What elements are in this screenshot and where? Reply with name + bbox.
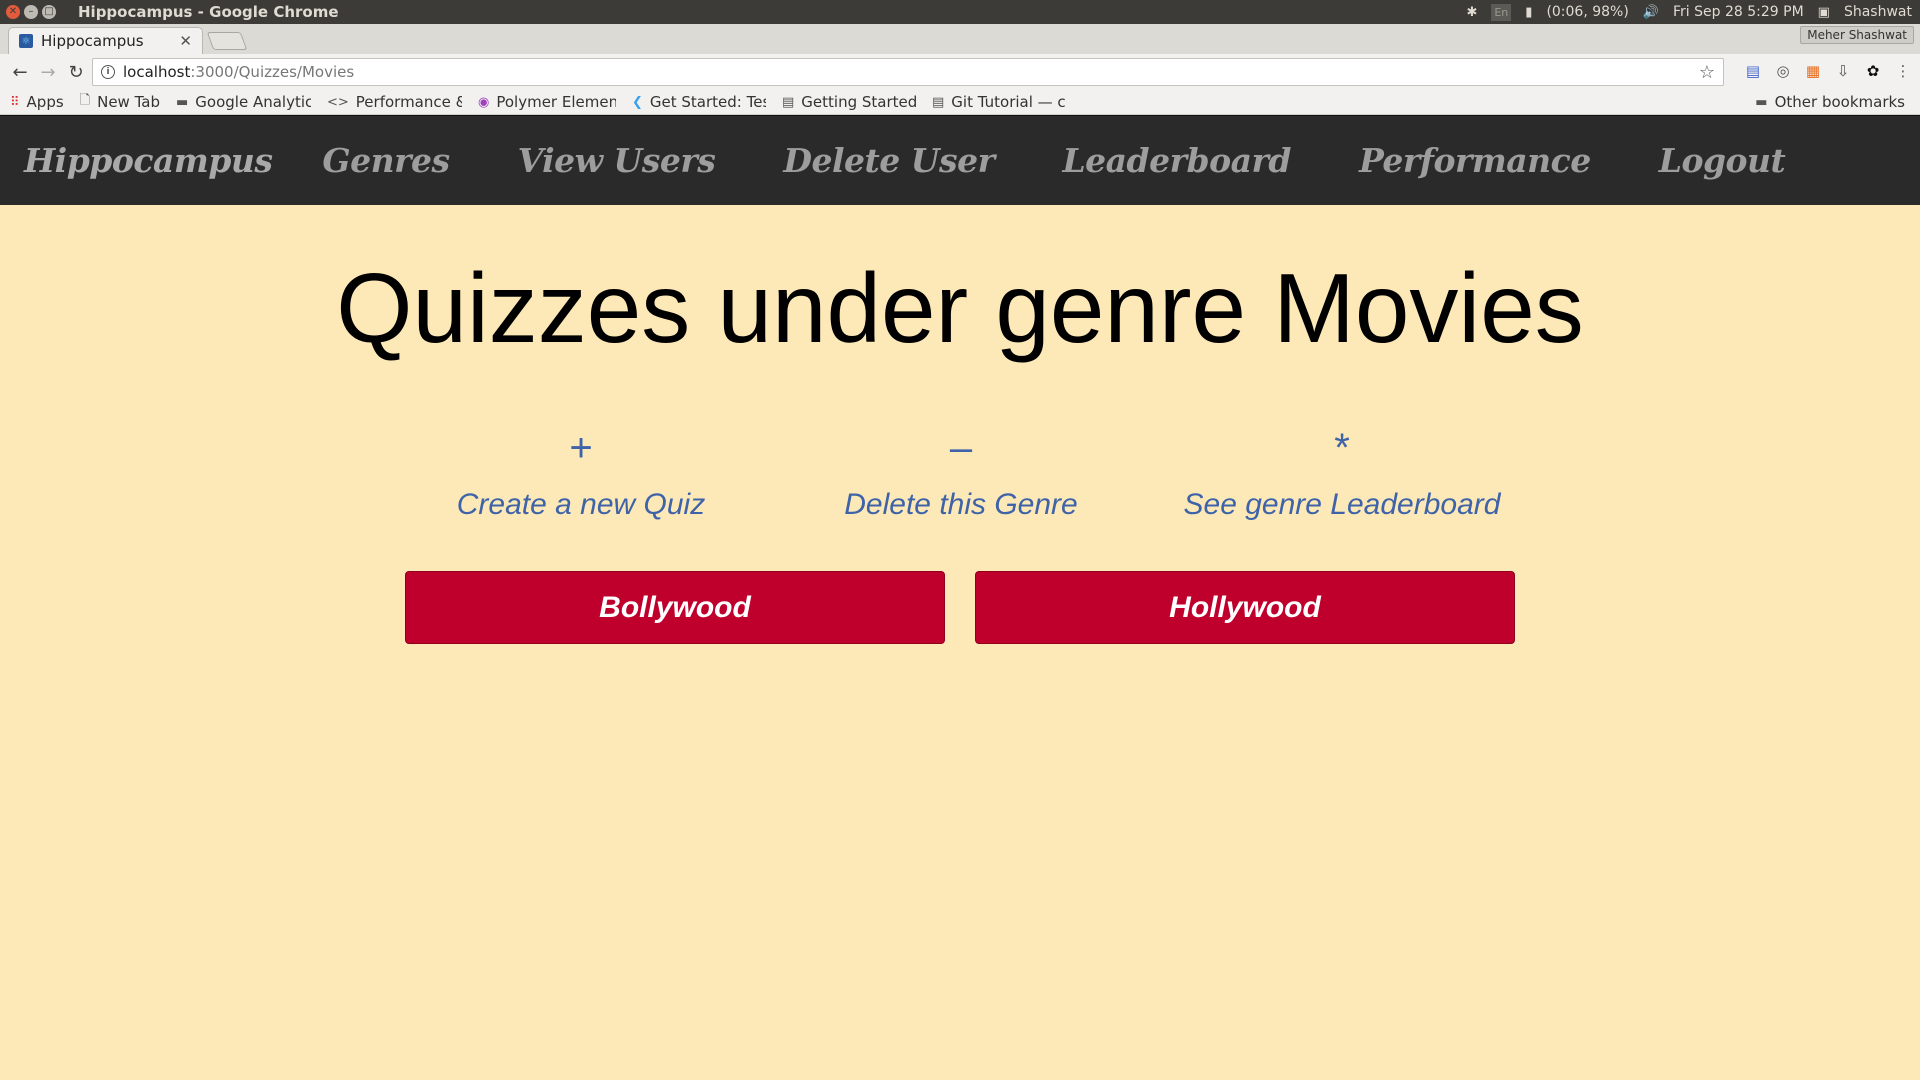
session-user[interactable]: Shashwat <box>1844 4 1912 20</box>
bookmark-polymer[interactable]: ◉ Polymer Elemen <box>478 93 616 111</box>
bookmark-label: Polymer Elemen <box>496 93 616 111</box>
folder-icon: ▬ <box>176 94 189 110</box>
os-indicators: ✱ En ▮ (0:06, 98%) 🔊 Fri Sep 28 5:29 PM … <box>1466 3 1920 21</box>
window-minimize-icon[interactable]: – <box>24 5 38 19</box>
tab-close-icon[interactable]: ✕ <box>179 32 192 50</box>
extension-bug-icon[interactable]: ✿ <box>1864 62 1882 80</box>
tab-title: Hippocampus <box>41 32 144 50</box>
nav-brand[interactable]: Hippocampus <box>24 141 273 180</box>
document-icon: ▤ <box>932 94 945 110</box>
battery-status[interactable]: (0:06, 98%) <box>1546 4 1628 20</box>
other-bookmarks-label: Other bookmarks <box>1774 93 1905 111</box>
url-path: :3000/Quizzes/Movies <box>190 63 355 81</box>
bookmark-label: Get Started: Tes <box>649 93 766 111</box>
bookmark-getting-started[interactable]: ▤ Getting Started <box>782 93 916 111</box>
url-host: localhost <box>123 63 191 81</box>
nav-leaderboard[interactable]: Leaderboard <box>1062 141 1291 180</box>
apps-grid-icon: ⠿ <box>10 94 20 110</box>
window-close-icon[interactable]: ✕ <box>6 5 20 19</box>
code-icon: <> <box>327 94 349 110</box>
bluetooth-icon[interactable]: ✱ <box>1466 5 1477 20</box>
os-top-bar: ✕ – □ Hippocampus - Google Chrome ✱ En ▮… <box>0 0 1920 24</box>
bookmark-label: Apps <box>26 93 64 111</box>
bookmark-google-analytics[interactable]: ▬ Google Analytic <box>176 93 311 111</box>
bookmarks-bar: ⠿ Apps 🗋 New Tab ▬ Google Analytic <> Pe… <box>0 90 1920 115</box>
bookmark-label: New Tab <box>97 93 160 111</box>
back-arrow-icon[interactable]: ← <box>6 62 34 83</box>
address-bar[interactable]: i localhost:3000/Quizzes/Movies ☆ <box>92 58 1724 86</box>
genre-leaderboard-action[interactable]: * See genre Leaderboard <box>1152 420 1532 522</box>
minus-icon[interactable]: – <box>771 420 1151 476</box>
clock[interactable]: Fri Sep 28 5:29 PM <box>1673 4 1804 20</box>
window-title: Hippocampus - Google Chrome <box>78 3 339 21</box>
delete-genre-label[interactable]: Delete this Genre <box>771 488 1151 522</box>
bookmark-label: Git Tutorial — c <box>951 93 1066 111</box>
extension-chart-icon[interactable]: ▦ <box>1804 62 1822 80</box>
nav-logout[interactable]: Logout <box>1659 141 1786 180</box>
quiz-button-hollywood[interactable]: Hollywood <box>975 571 1515 644</box>
flutter-icon: ❮ <box>632 94 643 110</box>
tab-hippocampus[interactable]: ⚛ Hippocampus ✕ <box>8 27 203 54</box>
browser-toolbar: ← → ↻ i localhost:3000/Quizzes/Movies ☆ … <box>0 54 1920 90</box>
quiz-button-bollywood[interactable]: Bollywood <box>405 571 945 644</box>
bookmark-star-icon[interactable]: ☆ <box>1699 62 1715 83</box>
genre-leaderboard-label[interactable]: See genre Leaderboard <box>1152 488 1532 522</box>
extension-lens-icon[interactable]: ◎ <box>1774 62 1792 80</box>
page-title: Quizzes under genre Movies <box>336 253 1584 363</box>
battery-icon[interactable]: ▮ <box>1525 5 1532 20</box>
bookmark-apps[interactable]: ⠿ Apps <box>10 93 64 111</box>
bookmark-get-started[interactable]: ❮ Get Started: Tes <box>632 93 766 111</box>
bookmark-git-tutorial[interactable]: ▤ Git Tutorial — c <box>932 93 1070 111</box>
forward-arrow-icon[interactable]: → <box>34 62 62 83</box>
nav-delete-user[interactable]: Delete User <box>783 141 995 180</box>
info-icon[interactable]: i <box>101 65 115 79</box>
menu-kebab-icon[interactable]: ⋮ <box>1894 62 1912 80</box>
new-tab-button[interactable] <box>206 32 248 50</box>
window-controls: ✕ – □ <box>6 5 56 19</box>
bookmark-label: Getting Started <box>801 93 916 111</box>
delete-genre-action[interactable]: – Delete this Genre <box>771 420 1151 522</box>
document-icon: ▤ <box>782 94 795 110</box>
reload-icon[interactable]: ↻ <box>62 62 90 83</box>
react-favicon-icon: ⚛ <box>19 34 33 48</box>
app-navbar: Hippocampus Genres View Users Delete Use… <box>0 115 1920 205</box>
bookmark-label: Google Analytic <box>195 93 311 111</box>
user-session-icon[interactable]: ▣ <box>1818 5 1830 20</box>
window-maximize-icon[interactable]: □ <box>42 5 56 19</box>
other-bookmarks[interactable]: ▬ Other bookmarks <box>1755 93 1905 111</box>
bookmark-new-tab[interactable]: 🗋 New Tab <box>80 91 160 113</box>
plus-icon[interactable]: + <box>391 420 771 476</box>
asterisk-icon[interactable]: * <box>1152 420 1532 476</box>
keyboard-lang-indicator[interactable]: En <box>1491 3 1512 21</box>
polymer-icon: ◉ <box>478 94 490 110</box>
bookmark-performance[interactable]: <> Performance & <box>327 93 462 111</box>
tab-strip: ⚛ Hippocampus ✕ Meher Shashwat <box>0 24 1920 54</box>
extension-download-icon[interactable]: ⇩ <box>1834 62 1852 80</box>
page-icon: 🗋 <box>79 93 91 108</box>
bookmark-label: Performance & <box>355 93 462 111</box>
nav-performance[interactable]: Performance <box>1359 141 1591 180</box>
nav-view-users[interactable]: View Users <box>518 141 716 180</box>
volume-icon[interactable]: 🔊 <box>1643 5 1659 20</box>
folder-icon: ▬ <box>1755 94 1768 110</box>
create-quiz-label[interactable]: Create a new Quiz <box>391 488 771 522</box>
profile-button[interactable]: Meher Shashwat <box>1800 26 1914 44</box>
nav-genres[interactable]: Genres <box>322 141 450 180</box>
extension-screen-icon[interactable]: ▤ <box>1744 62 1762 80</box>
extensions-area: ▤ ◎ ▦ ⇩ ✿ ⋮ <box>1744 62 1912 80</box>
create-quiz-action[interactable]: + Create a new Quiz <box>391 420 771 522</box>
